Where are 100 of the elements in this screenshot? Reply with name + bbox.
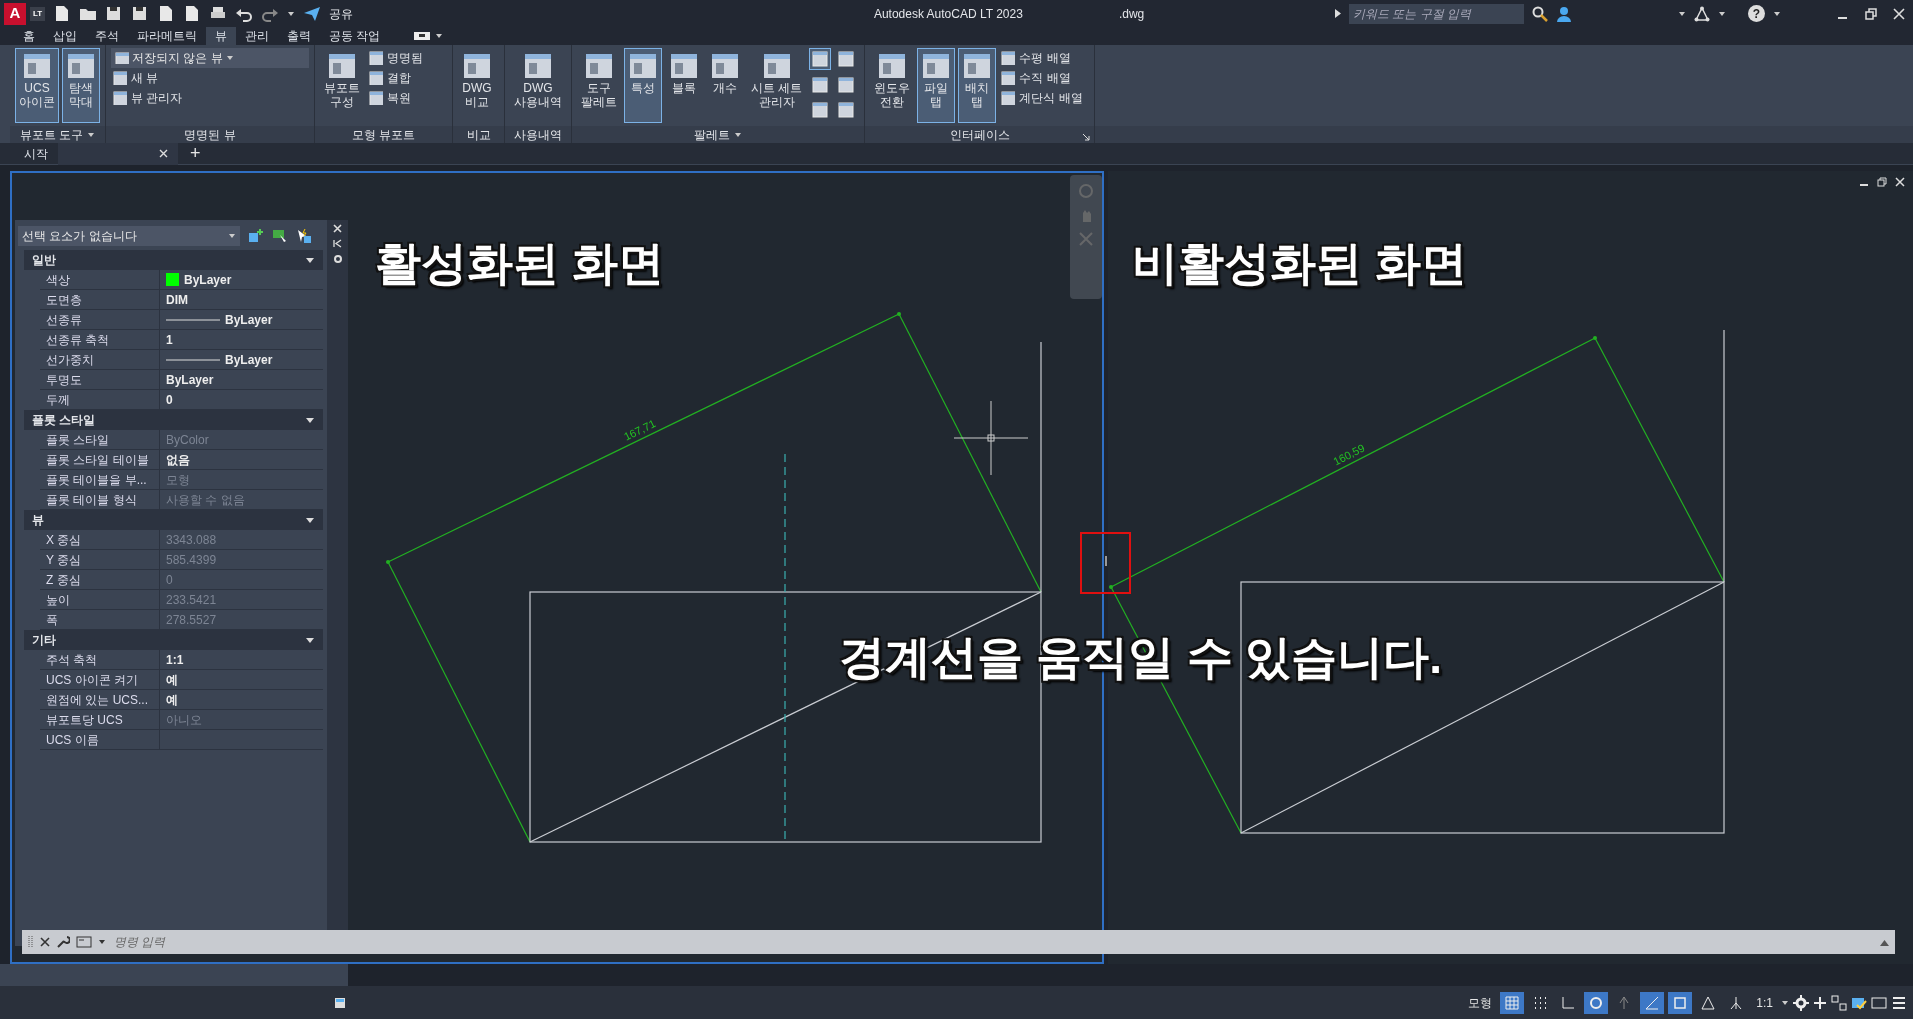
ribbon-tab[interactable]: 홈 — [14, 27, 44, 45]
select-objects-icon[interactable] — [272, 228, 288, 244]
section-header[interactable]: 일반 — [24, 250, 323, 270]
section-header[interactable]: 기타 — [24, 630, 323, 650]
caret-icon[interactable] — [1773, 9, 1781, 18]
ribbon-button[interactable]: DWG 비교 — [458, 48, 496, 123]
ribbon-tab[interactable]: 관리 — [236, 27, 278, 45]
ribbon-button[interactable]: 복원 — [367, 88, 425, 108]
section-header[interactable]: 플롯 스타일 — [24, 410, 323, 430]
property-label: Y 중심 — [40, 550, 160, 569]
palette-icon[interactable] — [334, 996, 346, 1009]
search-field[interactable]: 키워드 또는 구절 입력 — [1349, 3, 1524, 24]
document-tab[interactable]: 시작 — [14, 142, 58, 165]
expand-icon[interactable] — [1335, 9, 1341, 18]
ribbon-button[interactable]: 수직 배열 — [999, 68, 1085, 88]
ribbon-button[interactable]: 시트 세트 관리자 — [747, 48, 807, 123]
linetype-sample — [166, 317, 220, 322]
caret-icon[interactable] — [305, 416, 315, 424]
grip-icon[interactable] — [28, 935, 34, 949]
property-value[interactable]: 예 — [160, 690, 323, 709]
caret-icon[interactable] — [305, 256, 315, 264]
blocks-icon[interactable] — [1831, 994, 1847, 1011]
property-value[interactable]: 1:1 — [160, 650, 323, 669]
command-input[interactable]: 명령 입력 — [112, 932, 1874, 952]
ribbon-button[interactable]: 계단식 배열 — [999, 88, 1085, 108]
panel-toggle-icon[interactable] — [413, 31, 432, 41]
ribbon-tab[interactable]: 공동 작업 — [320, 27, 390, 45]
ribbon-button[interactable]: 수평 배열 — [999, 48, 1085, 68]
ribbon-tab[interactable]: 주석 — [86, 27, 128, 45]
status-toggle[interactable] — [1640, 991, 1665, 1014]
ribbon-button[interactable]: 탐색 막대 — [62, 48, 100, 123]
ribbon-tab[interactable]: 뷰 — [206, 27, 236, 45]
user-icon[interactable] — [1556, 5, 1572, 22]
status-toggle[interactable] — [1668, 991, 1693, 1014]
ribbon-button[interactable]: 블록 — [665, 48, 703, 123]
property-value[interactable]: 1 — [160, 330, 323, 349]
scale-button[interactable]: 1:1 — [1752, 993, 1777, 1012]
caret-icon[interactable] — [1678, 9, 1686, 18]
caret-icon[interactable] — [305, 516, 315, 524]
property-value[interactable]: ByLayer — [160, 350, 323, 369]
ribbon-button[interactable]: DWG 사용내역 — [510, 48, 566, 123]
caret-icon[interactable] — [98, 938, 106, 946]
help-button[interactable]: ? — [1748, 5, 1765, 22]
network-icon[interactable] — [1694, 5, 1710, 22]
section-header[interactable]: 뷰 — [24, 510, 323, 530]
auto-hide-icon[interactable] — [333, 239, 342, 248]
view-dropdown[interactable]: 저장되지 않은 뷰 — [111, 48, 309, 68]
panel-title: 모형 뷰포트 — [351, 126, 416, 144]
ribbon-button[interactable]: 새 뷰 — [111, 68, 309, 88]
wrench-icon[interactable] — [56, 935, 70, 949]
share-link[interactable]: 공유 — [329, 4, 354, 23]
ribbon-button[interactable]: 윈도우 전환 — [870, 48, 915, 123]
model-button[interactable]: 모형 — [1464, 993, 1497, 1012]
selection-dropdown[interactable]: 선택 요소가 없습니다 — [18, 226, 240, 246]
caret-icon[interactable] — [435, 32, 444, 40]
ribbon-button[interactable]: 개수 — [706, 48, 744, 123]
caret-icon[interactable] — [1781, 998, 1789, 1007]
property-value[interactable]: 없음 — [160, 450, 323, 469]
ribbon-button[interactable]: 뷰 관리자 — [111, 88, 309, 108]
ribbon-button[interactable]: 특성 — [624, 48, 662, 123]
caret-icon — [228, 232, 236, 240]
restore-icon[interactable] — [1877, 177, 1887, 187]
plus-icon[interactable] — [1813, 995, 1827, 1010]
status-toggle[interactable] — [1500, 991, 1525, 1014]
fullscreen-icon[interactable] — [1871, 994, 1887, 1011]
settings-icon[interactable] — [332, 254, 343, 264]
ribbon-button[interactable]: 명명됨 — [367, 48, 425, 68]
status-toggle[interactable] — [1584, 991, 1609, 1014]
ribbon-tab[interactable]: 파라메트릭 — [128, 27, 206, 45]
property-value[interactable]: ByLayer — [160, 270, 323, 289]
property-value[interactable]: ByLayer — [160, 370, 323, 389]
window-button[interactable] — [809, 48, 832, 70]
property-value[interactable]: 예 — [160, 670, 323, 689]
caret-icon[interactable] — [87, 130, 96, 139]
caret-icon[interactable] — [1718, 9, 1726, 18]
quick-select-icon[interactable] — [296, 228, 312, 244]
ribbon-button[interactable]: 뷰포트 구성 — [320, 48, 364, 123]
property-label: 원점에 있는 UCS... — [40, 690, 160, 709]
add-selection-icon[interactable] — [248, 228, 264, 244]
search-icon[interactable] — [1532, 5, 1548, 22]
restore-icon[interactable] — [1865, 7, 1877, 20]
command-prompt-icon[interactable] — [76, 936, 92, 948]
ribbon-tab[interactable]: 출력 — [278, 27, 320, 45]
property-value[interactable]: ByLayer — [160, 310, 323, 329]
menu-icon[interactable] — [1891, 994, 1907, 1011]
ribbon-button[interactable]: 도구 팔레트 — [577, 48, 621, 123]
close-icon[interactable] — [40, 937, 50, 947]
ribbon-button[interactable]: UCS 아이콘 — [15, 48, 59, 123]
ribbon-button[interactable]: 파일 탭 — [917, 48, 956, 123]
property-value[interactable]: DIM — [160, 290, 323, 309]
launcher-icon[interactable] — [1082, 133, 1091, 141]
send-icon[interactable] — [303, 5, 322, 22]
settings-icon[interactable] — [1793, 994, 1809, 1011]
ribbon-button[interactable]: 결합 — [367, 68, 425, 88]
ribbon-tab[interactable]: 삽입 — [44, 27, 86, 45]
caret-icon[interactable] — [287, 9, 296, 18]
caret-icon[interactable] — [734, 130, 743, 139]
caret-icon[interactable] — [305, 636, 315, 644]
property-value[interactable]: 0 — [160, 390, 323, 409]
ribbon-button[interactable]: 배치 탭 — [958, 48, 997, 123]
